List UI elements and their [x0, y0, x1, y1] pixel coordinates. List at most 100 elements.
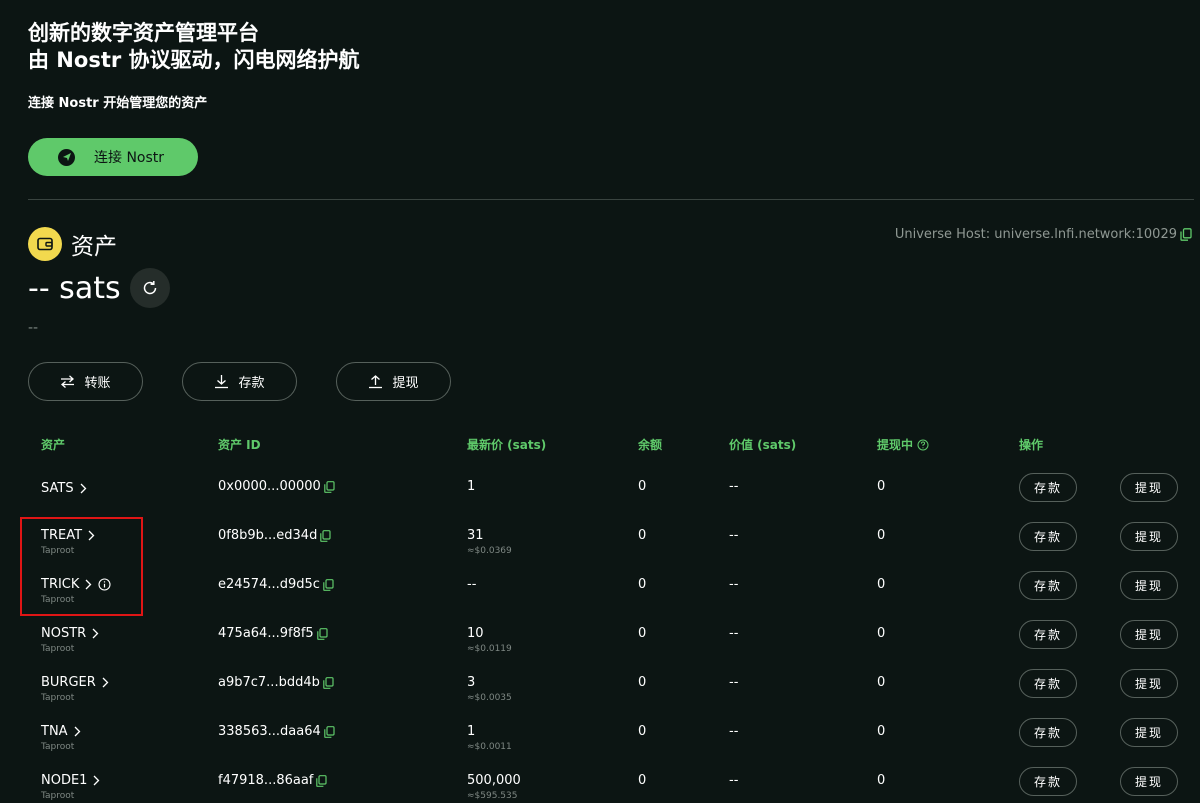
asset-name[interactable]: TNA — [41, 724, 68, 739]
withdrawing-cell: 0 — [877, 577, 886, 592]
row-withdraw-button[interactable]: 提现 — [1120, 522, 1178, 551]
asset-name-cell[interactable]: NOSTR Taproot — [41, 626, 99, 654]
copy-icon[interactable] — [316, 774, 327, 787]
value-cell: -- — [729, 528, 739, 543]
row-deposit-button[interactable]: 存款 — [1019, 473, 1077, 502]
header-price: 最新价 (sats) — [467, 438, 547, 452]
row-deposit-button[interactable]: 存款 — [1019, 669, 1077, 698]
balance-display: -- sats — [28, 268, 170, 308]
copy-icon[interactable] — [323, 725, 335, 738]
hero-subtitle: 连接 Nostr 开始管理您的资产 — [28, 96, 208, 111]
copy-icon[interactable] — [1180, 228, 1192, 241]
asset-name-cell[interactable]: TREAT Taproot — [41, 528, 95, 556]
chevron-right-icon — [80, 483, 86, 494]
row-withdraw-button[interactable]: 提现 — [1120, 718, 1178, 747]
balance-cell: 0 — [638, 626, 647, 641]
row-deposit-button[interactable]: 存款 — [1019, 571, 1077, 600]
deposit-button[interactable]: 存款 — [182, 362, 297, 401]
withdraw-button[interactable]: 提现 — [336, 362, 451, 401]
withdrawing-cell: 0 — [877, 479, 886, 494]
asset-id-cell: 338563...daa64 — [218, 724, 335, 739]
download-icon — [215, 375, 229, 389]
asset-name[interactable]: TRICK — [41, 577, 79, 592]
asset-id: f47918...86aaf — [218, 773, 314, 788]
copy-icon[interactable] — [324, 480, 335, 493]
paper-plane-icon — [58, 148, 75, 166]
section-divider — [28, 199, 1194, 200]
universe-host-text: Universe Host: universe.lnfi.network:100… — [894, 227, 1177, 242]
help-circle-icon[interactable] — [917, 439, 929, 451]
copy-icon[interactable] — [323, 578, 334, 591]
row-deposit-button[interactable]: 存款 — [1019, 718, 1077, 747]
asset-id: 0f8b9b...ed34d — [218, 528, 318, 543]
price-usd: ≈$0.0035 — [467, 693, 512, 703]
price-cell: 1 — [467, 479, 475, 497]
row-deposit-button[interactable]: 存款 — [1019, 522, 1077, 551]
header-ops: 操作 — [1019, 438, 1044, 452]
price-usd: ≈$0.0119 — [467, 644, 512, 654]
price-sats: 500,000 — [467, 773, 521, 788]
transfer-button[interactable]: 转账 — [28, 362, 143, 401]
price-cell: 31 ≈$0.0369 — [467, 528, 512, 556]
price-sats: 3 — [467, 675, 476, 690]
price-cell: 10 ≈$0.0119 — [467, 626, 512, 654]
value-cell: -- — [729, 626, 739, 641]
table-row: NODE1 Taproot f47918...86aaf 500,000 ≈$5… — [0, 767, 1200, 803]
asset-name-cell[interactable]: TRICK Taproot — [41, 577, 111, 605]
asset-name[interactable]: TREAT — [41, 528, 82, 543]
row-deposit-button[interactable]: 存款 — [1019, 620, 1077, 649]
asset-name[interactable]: BURGER — [41, 675, 96, 690]
refresh-button[interactable] — [129, 268, 170, 308]
copy-icon[interactable] — [316, 627, 328, 640]
row-deposit-button[interactable]: 存款 — [1019, 767, 1077, 796]
asset-type: Taproot — [41, 546, 75, 556]
copy-icon[interactable] — [320, 529, 331, 542]
price-sats: -- — [467, 577, 477, 592]
row-withdraw-button[interactable]: 提现 — [1120, 669, 1178, 698]
chevron-right-icon — [92, 628, 99, 639]
asset-name-cell[interactable]: NODE1 Taproot — [41, 773, 100, 801]
row-withdraw-button[interactable]: 提现 — [1120, 620, 1178, 649]
header-withdrawing: 提现中 — [877, 436, 929, 453]
header-withdrawing-label: 提现中 — [877, 438, 914, 452]
chevron-right-icon — [93, 775, 100, 786]
asset-type: Taproot — [41, 595, 75, 605]
asset-name[interactable]: SATS — [41, 481, 74, 496]
asset-id: 475a64...9f8f5 — [218, 626, 314, 641]
asset-name-cell[interactable]: TNA Taproot — [41, 724, 81, 752]
value-cell: -- — [729, 773, 739, 788]
asset-name[interactable]: NODE1 — [41, 773, 87, 788]
asset-type: Taproot — [41, 742, 75, 752]
transfer-label: 转账 — [84, 376, 111, 391]
price-sats: 10 — [467, 626, 484, 641]
asset-name-cell[interactable]: BURGER Taproot — [41, 675, 109, 703]
hero-title-line2: 由 Nostr 协议驱动，闪电网络护航 — [28, 48, 360, 72]
asset-name-cell[interactable]: SATS — [41, 481, 87, 499]
price-sats: 31 — [467, 528, 484, 543]
table-row: BURGER Taproot a9b7c7...bdd4b 3 ≈$0.0035… — [0, 669, 1200, 718]
balance-cell: 0 — [638, 577, 647, 592]
table-row: TRICK Taproot e24574...d9d5c -- 0 -- 0 存… — [0, 571, 1200, 620]
price-cell: 1 ≈$0.0011 — [467, 724, 512, 752]
asset-id-cell: f47918...86aaf — [218, 773, 327, 788]
table-row: NOSTR Taproot 475a64...9f8f5 10 ≈$0.0119… — [0, 620, 1200, 669]
copy-icon[interactable] — [323, 676, 334, 689]
price-cell: 500,000 ≈$595.535 — [467, 773, 521, 801]
asset-id-cell: 0f8b9b...ed34d — [218, 528, 331, 543]
fiat-value: -- — [28, 320, 39, 336]
value-cell: -- — [729, 577, 739, 592]
price-usd: ≈$0.0011 — [467, 742, 512, 752]
value-cell: -- — [729, 479, 739, 494]
row-withdraw-button[interactable]: 提现 — [1120, 473, 1178, 502]
hero-heading: 创新的数字资产管理平台 由 Nostr 协议驱动，闪电网络护航 — [28, 20, 360, 74]
balance-value: -- sats — [28, 270, 121, 306]
asset-name[interactable]: NOSTR — [41, 626, 86, 641]
row-withdraw-button[interactable]: 提现 — [1120, 767, 1178, 796]
price-sats: 1 — [467, 479, 476, 494]
asset-type: Taproot — [41, 644, 75, 654]
swap-arrows-icon — [61, 375, 75, 388]
connect-nostr-button[interactable]: 连接 Nostr — [28, 138, 198, 176]
universe-host: Universe Host: universe.lnfi.network:100… — [895, 227, 1192, 242]
info-icon[interactable] — [98, 578, 111, 591]
row-withdraw-button[interactable]: 提现 — [1120, 571, 1178, 600]
